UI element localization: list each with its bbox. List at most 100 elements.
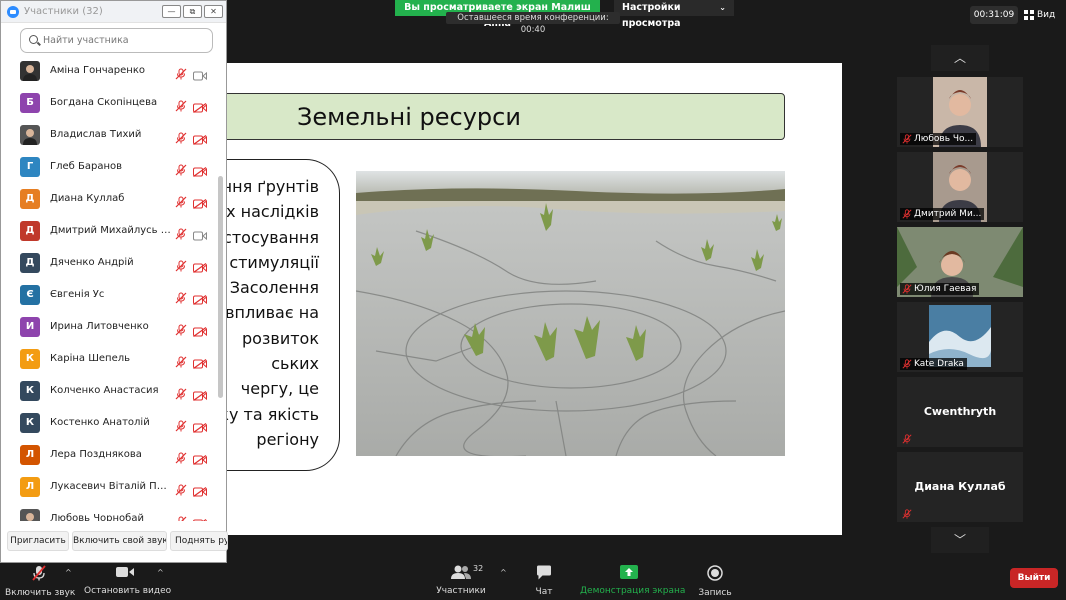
mic-muted-icon[interactable] bbox=[175, 65, 187, 80]
participant-name: Ирина Литовченко bbox=[50, 321, 149, 332]
participants-list[interactable]: Аміна Гончаренко Б Богдана Скопінцева Влади… bbox=[1, 55, 216, 521]
unmute-button[interactable]: Включить звук bbox=[5, 565, 76, 598]
avatar bbox=[20, 125, 40, 145]
video-tile[interactable]: Любовь Чо... bbox=[897, 77, 1023, 147]
participant-row[interactable]: Б Богдана Скопінцева bbox=[1, 87, 216, 119]
unmute-me-button[interactable]: Включить свой звук bbox=[72, 531, 167, 551]
avatar: Л bbox=[20, 445, 40, 465]
camera-off-icon bbox=[193, 322, 207, 337]
panel-titlebar[interactable]: Участники (32) — ⧉ ✕ bbox=[1, 1, 226, 23]
invite-button[interactable]: Пригласить bbox=[7, 531, 69, 551]
participant-name: Владислав Тихий bbox=[50, 129, 142, 140]
participant-name: Богдана Скопінцева bbox=[50, 97, 158, 108]
mic-muted-icon[interactable] bbox=[175, 449, 187, 464]
camera-off-icon bbox=[193, 450, 207, 465]
participant-row[interactable]: К Костенко Анатолій bbox=[1, 407, 216, 439]
participant-row[interactable]: Л Лукасевич Віталій ПМ-91 bbox=[1, 471, 216, 503]
camera-off-icon bbox=[193, 258, 207, 273]
participant-row[interactable]: И Ирина Литовченко bbox=[1, 311, 216, 343]
participant-name: Любовь Чорнобай bbox=[50, 513, 144, 521]
salt-flat-photo bbox=[356, 171, 785, 456]
mic-muted-icon bbox=[902, 434, 912, 444]
audio-options-caret-icon[interactable]: ^ bbox=[65, 568, 72, 577]
mic-muted-icon[interactable] bbox=[175, 353, 187, 368]
share-screen-button[interactable]: Демонстрация экрана bbox=[580, 565, 685, 596]
search-input[interactable]: Найти участника bbox=[20, 28, 213, 53]
video-tile[interactable]: Дмитрий Ми... bbox=[897, 152, 1023, 222]
video-tile[interactable]: Kate Draka bbox=[897, 302, 1023, 372]
slide-text-line: Засолення bbox=[229, 278, 319, 298]
gallery-up-arrow[interactable]: ︿ bbox=[931, 45, 989, 71]
mic-muted-icon[interactable] bbox=[175, 161, 187, 176]
video-tile[interactable]: Диана Куллаб bbox=[897, 452, 1023, 522]
gallery-view-button[interactable]: Вид bbox=[1024, 6, 1064, 24]
participant-row[interactable]: Аміна Гончаренко bbox=[1, 55, 216, 87]
stop-video-button[interactable]: Остановить видео bbox=[84, 565, 171, 596]
close-button[interactable]: ✕ bbox=[204, 5, 223, 18]
participant-name: Аміна Гончаренко bbox=[50, 65, 145, 76]
participant-row[interactable]: Д Диана Куллаб bbox=[1, 183, 216, 215]
raise-hand-button[interactable]: Поднять руку bbox=[170, 531, 228, 551]
tile-name-tag: Kate Draka bbox=[900, 358, 967, 370]
slide-text-line: впливає на bbox=[226, 303, 319, 323]
tile-name-tag: Юлия Гаевая bbox=[900, 283, 980, 295]
mic-muted-icon bbox=[902, 134, 912, 144]
avatar: Д bbox=[20, 221, 40, 241]
mic-muted-icon[interactable] bbox=[175, 481, 187, 496]
mic-muted-icon[interactable] bbox=[175, 225, 187, 240]
gallery-down-arrow[interactable]: ﹀ bbox=[931, 527, 989, 553]
participant-row[interactable]: Г Глеб Баранов bbox=[1, 151, 216, 183]
mic-muted-icon[interactable] bbox=[175, 417, 187, 432]
search-icon bbox=[29, 35, 38, 44]
participant-row[interactable]: Є Євгенія Ус bbox=[1, 279, 216, 311]
participant-row[interactable]: Д Дмитрий Михайлусь пуа... bbox=[1, 215, 216, 247]
participants-scrollbar[interactable] bbox=[218, 176, 223, 398]
participant-name: Дяченко Андрій bbox=[50, 257, 134, 268]
leave-button[interactable]: Выйти bbox=[1010, 568, 1058, 588]
participant-row[interactable]: Любовь Чорнобай bbox=[1, 503, 216, 521]
mic-muted-icon[interactable] bbox=[175, 129, 187, 144]
tile-name: Kate Draka bbox=[914, 359, 964, 369]
unmute-label: Включить звук bbox=[5, 588, 76, 598]
participants-count: 32 bbox=[473, 564, 484, 573]
slide-text-line: их наслідків bbox=[226, 202, 319, 222]
avatar: Д bbox=[20, 189, 40, 209]
mic-muted-icon[interactable] bbox=[175, 193, 187, 208]
camera-off-icon bbox=[193, 98, 207, 113]
avatar: И bbox=[20, 317, 40, 337]
panel-title: Участники (32) bbox=[24, 6, 103, 17]
mic-muted-icon[interactable] bbox=[175, 321, 187, 336]
camera-icon bbox=[116, 567, 134, 577]
chat-button[interactable]: Чат bbox=[528, 565, 560, 597]
participant-name: Лера Позднякова bbox=[50, 449, 142, 460]
popout-button[interactable]: ⧉ bbox=[183, 5, 202, 18]
participant-row[interactable]: К Каріна Шепель bbox=[1, 343, 216, 375]
mic-muted-icon[interactable] bbox=[175, 289, 187, 304]
record-button[interactable]: Запись bbox=[698, 565, 732, 598]
slide-text-line: розвиток bbox=[241, 328, 319, 348]
mic-muted-icon bbox=[902, 209, 912, 219]
mic-muted-icon[interactable] bbox=[175, 513, 187, 521]
view-options-dropdown[interactable]: Настройки просмотра ⌄ bbox=[614, 0, 734, 29]
participant-row[interactable]: Владислав Тихий bbox=[1, 119, 216, 151]
minimize-button[interactable]: — bbox=[162, 5, 181, 18]
video-options-caret-icon[interactable]: ^ bbox=[157, 568, 164, 577]
camera-icon bbox=[193, 226, 207, 241]
tile-name-tag: Любовь Чо... bbox=[900, 133, 977, 145]
slide-text-box: ння ґрунтів их наслідків стосування стимуля… bbox=[226, 159, 340, 471]
record-icon bbox=[707, 565, 723, 581]
video-tile[interactable]: Cwenthryth bbox=[897, 377, 1023, 447]
slide-title-box: Земельні ресурси bbox=[226, 93, 785, 140]
mic-muted-icon[interactable] bbox=[175, 385, 187, 400]
participant-row[interactable]: К Колченко Анастасия bbox=[1, 375, 216, 407]
participants-options-caret-icon[interactable]: ^ bbox=[500, 568, 507, 577]
video-tile[interactable]: Юлия Гаевая bbox=[897, 227, 1023, 297]
shared-screen-slide: Земельні ресурси ння ґрунтів их наслідків… bbox=[226, 63, 842, 535]
mic-muted-icon[interactable] bbox=[175, 97, 187, 112]
participant-row[interactable]: Л Лера Позднякова bbox=[1, 439, 216, 471]
avatar: К bbox=[20, 413, 40, 433]
participant-name: Каріна Шепель bbox=[50, 353, 131, 364]
participant-row[interactable]: Д Дяченко Андрій bbox=[1, 247, 216, 279]
mic-muted-icon[interactable] bbox=[175, 257, 187, 272]
participant-name: Диана Куллаб bbox=[50, 193, 125, 204]
